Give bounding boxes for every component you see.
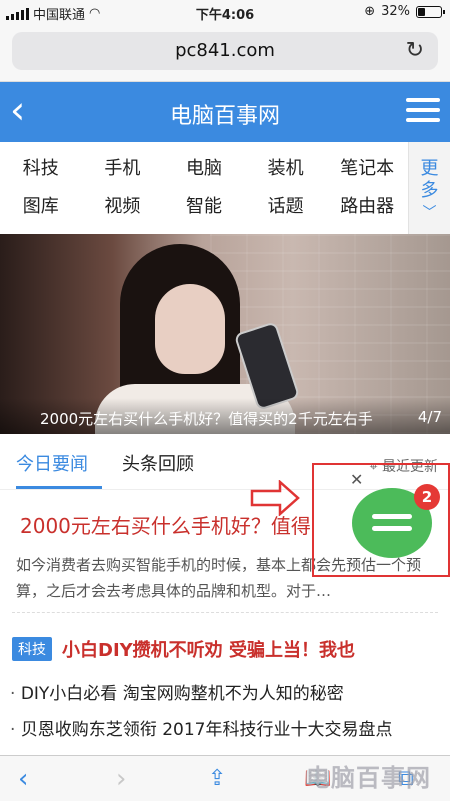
address-field[interactable]: pc841.com ↻: [12, 32, 438, 70]
forward-icon[interactable]: ›: [116, 764, 126, 794]
nav-item-phone[interactable]: 手机: [82, 154, 164, 179]
divider: [12, 612, 438, 613]
nav-item-gallery[interactable]: 图库: [0, 192, 82, 217]
tab-today-news[interactable]: 今日要闻: [16, 450, 88, 476]
status-right: ⊕ 32%: [364, 4, 445, 19]
back-icon[interactable]: ‹: [18, 764, 28, 794]
watermark-logo: 电脑百事网: [306, 764, 431, 792]
nav-item-laptop[interactable]: 笔记本: [326, 154, 408, 179]
fab-line-icon: [372, 514, 412, 519]
battery-percent: 32%: [381, 4, 410, 19]
category-grid: 科技 手机 电脑 装机 笔记本 图库 视频 智能 话题 路由器: [0, 154, 408, 217]
tab-headline-review[interactable]: 头条回顾: [122, 450, 194, 476]
category-tag: 科技: [12, 637, 52, 661]
active-tab-indicator: [16, 486, 102, 489]
list-item[interactable]: DIY小白必看 淘宝网购整机不为人知的秘密: [10, 682, 440, 718]
nav-item-topic[interactable]: 话题: [245, 192, 327, 217]
share-icon[interactable]: ⇪: [208, 766, 226, 791]
nav-item-diy[interactable]: 装机: [245, 154, 327, 179]
more-button[interactable]: 更多 ﹀: [408, 142, 450, 234]
reload-icon[interactable]: ↻: [406, 38, 424, 63]
close-icon[interactable]: ✕: [350, 470, 363, 489]
nav-item-computer[interactable]: 电脑: [163, 154, 245, 179]
category-nav: 科技 手机 电脑 装机 笔记本 图库 视频 智能 话题 路由器 更多 ﹀: [0, 142, 450, 234]
battery-icon: [416, 5, 445, 18]
menu-icon[interactable]: [406, 98, 440, 126]
banner-caption-bar: 2000元左右买什么手机好？值得买的2千元左右手 4/7: [0, 398, 450, 434]
notification-badge: 2: [414, 484, 440, 510]
nav-item-tech[interactable]: 科技: [0, 154, 82, 179]
banner-counter: 4/7: [417, 408, 442, 426]
tech-section-title: 小白DIY攒机不听劝 受骗上当！我也: [62, 640, 355, 661]
nav-item-router[interactable]: 路由器: [326, 192, 408, 217]
status-bar: 中国联通 ◠ 下午4:06 ⊕ 32%: [0, 0, 450, 24]
nav-item-smart[interactable]: 智能: [163, 192, 245, 217]
tech-section-header[interactable]: 科技 小白DIY攒机不听劝 受骗上当！我也: [12, 636, 442, 662]
list-item[interactable]: 贝恩收购东芝领衔 2017年科技行业十大交易盘点: [10, 718, 440, 754]
orientation-lock-icon: ⊕: [364, 4, 376, 19]
site-title: 电脑百事网: [169, 104, 280, 129]
hero-banner[interactable]: 2000元左右买什么手机好？值得买的2千元左右手 4/7: [0, 234, 450, 434]
battery-fill: [418, 7, 425, 16]
nav-item-video[interactable]: 视频: [82, 192, 164, 217]
url-text: pc841.com: [175, 40, 275, 61]
banner-caption: 2000元左右买什么手机好？值得买的2千元左右手: [40, 410, 373, 428]
fab-line-icon: [372, 526, 412, 531]
browser-url-bar: pc841.com ↻: [0, 24, 450, 82]
banner-photo-face: [155, 284, 225, 374]
site-header: ‹ 电脑百事网: [0, 82, 450, 142]
news-list: DIY小白必看 淘宝网购整机不为人知的秘密 贝恩收购东芝领衔 2017年科技行业…: [10, 682, 440, 754]
annotation-arrow-icon: [250, 480, 300, 516]
more-label: 更多: [420, 158, 439, 201]
chevron-down-icon: ﹀: [422, 205, 437, 221]
